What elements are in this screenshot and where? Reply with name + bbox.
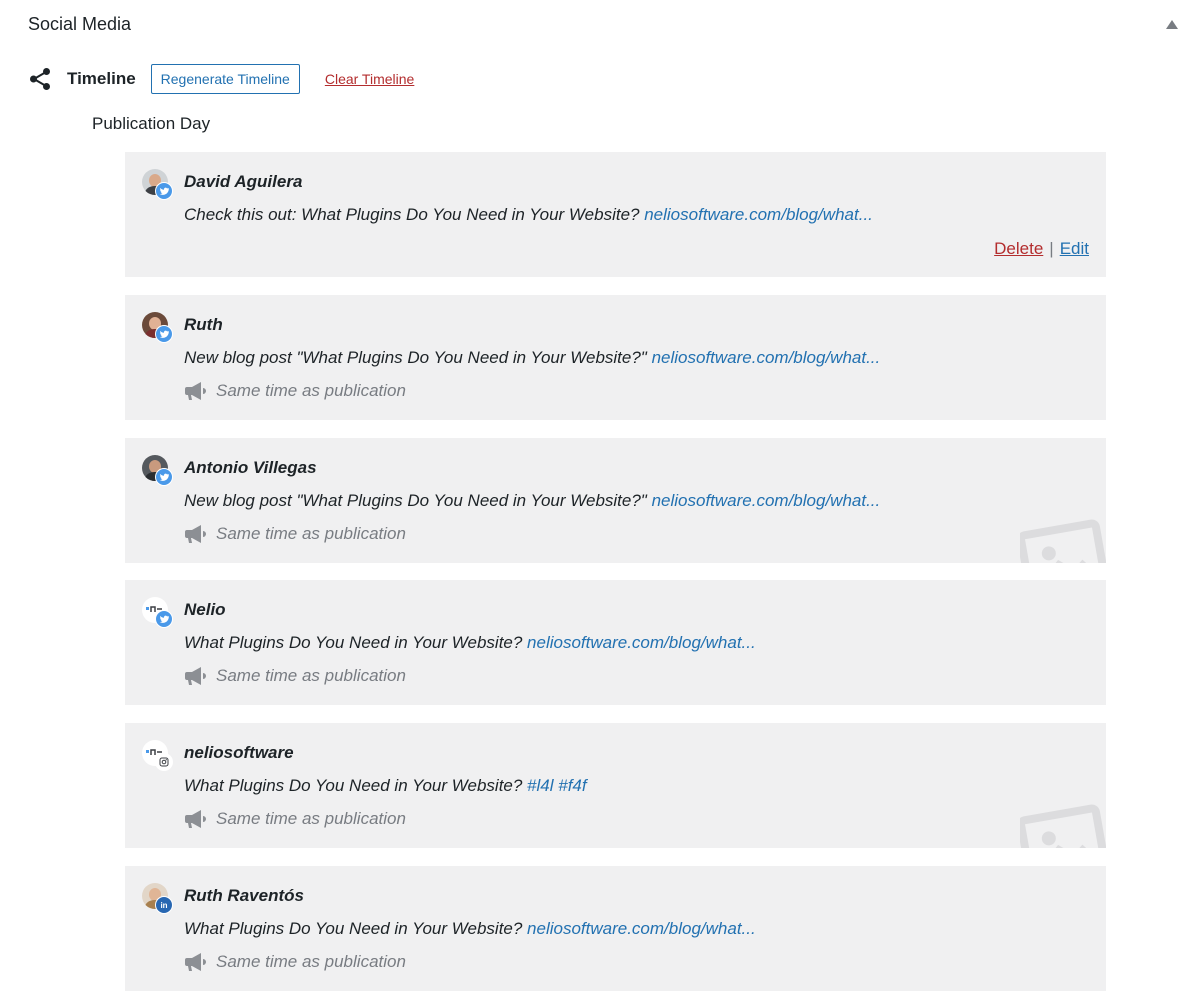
schedule-text: Same time as publication	[216, 381, 406, 400]
social-post-card[interactable]: neliosoftware What Plugins Do You Need i…	[125, 723, 1106, 848]
post-actions: Delete | Edit	[994, 239, 1089, 259]
post-schedule: Same time as publication	[184, 664, 406, 688]
post-schedule: Same time as publication	[184, 807, 406, 831]
delete-link[interactable]: Delete	[994, 239, 1043, 258]
twitter-icon	[155, 325, 173, 343]
social-post-card[interactable]: Nelio What Plugins Do You Need in Your W…	[125, 580, 1106, 705]
post-schedule: Same time as publication	[184, 379, 406, 403]
post-schedule: Same time as publication	[184, 522, 406, 546]
share-icon	[30, 68, 50, 90]
post-text: New blog post "What Plugins Do You Need …	[184, 491, 652, 510]
schedule-text: Same time as publication	[216, 666, 406, 685]
social-post-card[interactable]: Antonio Villegas New blog post "What Plu…	[125, 438, 1106, 563]
schedule-text: Same time as publication	[216, 952, 406, 971]
author-avatar	[142, 597, 173, 628]
post-text: What Plugins Do You Need in Your Website…	[184, 776, 528, 795]
twitter-icon	[155, 610, 173, 628]
post-text: What Plugins Do You Need in Your Website…	[184, 919, 528, 938]
regenerate-timeline-button[interactable]: Regenerate Timeline	[150, 64, 300, 94]
post-message: Check this out: What Plugins Do You Need…	[184, 205, 873, 225]
post-message: New blog post "What Plugins Do You Need …	[184, 348, 880, 368]
author-avatar	[142, 312, 173, 343]
schedule-text: Same time as publication	[216, 809, 406, 828]
schedule-text: Same time as publication	[216, 524, 406, 543]
megaphone-icon	[184, 951, 208, 973]
collapse-arrow-icon[interactable]	[1166, 20, 1178, 29]
linkedin-icon: in	[155, 896, 173, 914]
publication-day-label: Publication Day	[92, 114, 211, 133]
post-link[interactable]: neliosoftware.com/blog/what...	[652, 491, 881, 510]
timeline-label: Timeline	[67, 69, 136, 88]
edit-link[interactable]: Edit	[1060, 239, 1089, 258]
post-message: What Plugins Do You Need in Your Website…	[184, 776, 587, 796]
author-avatar	[142, 740, 173, 771]
author-avatar	[142, 455, 173, 486]
image-placeholder-icon	[1020, 804, 1106, 848]
post-link[interactable]: neliosoftware.com/blog/what...	[644, 205, 873, 224]
post-text: What Plugins Do You Need in Your Website…	[184, 633, 528, 652]
megaphone-icon	[184, 523, 208, 545]
post-text: New blog post "What Plugins Do You Need …	[184, 348, 652, 367]
post-hashtags[interactable]: #l4l #f4f	[527, 776, 587, 795]
social-post-card[interactable]: David Aguilera Check this out: What Plug…	[125, 152, 1106, 277]
post-link[interactable]: neliosoftware.com/blog/what...	[527, 633, 756, 652]
post-link[interactable]: neliosoftware.com/blog/what...	[527, 919, 756, 938]
timeline-header: Timeline Regenerate Timeline Clear Timel…	[28, 62, 414, 96]
post-message: New blog post "What Plugins Do You Need …	[184, 491, 880, 511]
clear-timeline-link[interactable]: Clear Timeline	[325, 71, 414, 87]
post-author: neliosoftware	[184, 743, 294, 762]
social-post-card[interactable]: in Ruth Raventós What Plugins Do You Nee…	[125, 866, 1106, 991]
social-post-card[interactable]: Ruth New blog post "What Plugins Do You …	[125, 295, 1106, 420]
post-author: Ruth Raventós	[184, 886, 304, 905]
megaphone-icon	[184, 808, 208, 830]
post-schedule: Same time as publication	[184, 950, 406, 974]
post-text: Check this out: What Plugins Do You Need…	[184, 205, 645, 224]
twitter-icon	[155, 468, 173, 486]
post-link[interactable]: neliosoftware.com/blog/what...	[652, 348, 881, 367]
social-media-panel-title: Social Media	[28, 14, 132, 34]
megaphone-icon	[184, 380, 208, 402]
post-author: David Aguilera	[184, 172, 303, 191]
action-separator: |	[1049, 239, 1054, 258]
author-avatar: in	[142, 883, 173, 914]
post-author: Nelio	[184, 600, 226, 619]
post-author: Ruth	[184, 315, 223, 334]
instagram-icon	[155, 753, 173, 771]
post-author: Antonio Villegas	[184, 458, 317, 477]
post-message: What Plugins Do You Need in Your Website…	[184, 919, 756, 939]
megaphone-icon	[184, 665, 208, 687]
image-placeholder-icon	[1020, 519, 1106, 563]
post-message: What Plugins Do You Need in Your Website…	[184, 633, 756, 653]
author-avatar	[142, 169, 173, 200]
twitter-icon	[155, 182, 173, 200]
